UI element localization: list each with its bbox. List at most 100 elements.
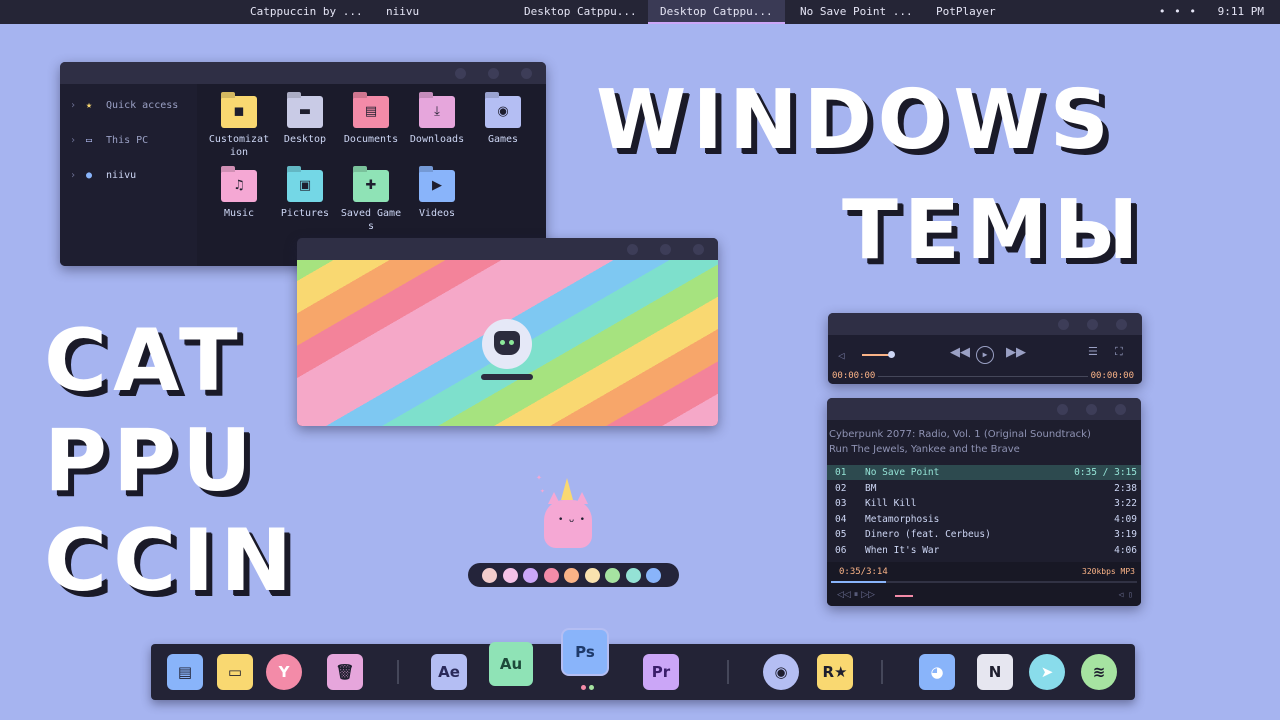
- telegram-icon[interactable]: ➤: [1029, 654, 1065, 690]
- maximize-button[interactable]: [660, 244, 671, 255]
- seek-bar[interactable]: [831, 581, 1137, 583]
- color-swatch: [482, 568, 497, 583]
- track-number: 06: [835, 545, 847, 556]
- folder-item[interactable]: ⤓ Downloads: [405, 96, 469, 146]
- folder-app-icon[interactable]: ▭: [217, 654, 253, 690]
- folder-item[interactable]: ▶ Videos: [405, 170, 469, 220]
- task-no-save-point[interactable]: No Save Point ...: [788, 0, 925, 24]
- playlist-icon[interactable]: ☰: [1088, 345, 1098, 358]
- play-button[interactable]: ▶: [976, 346, 994, 364]
- maximize-button[interactable]: [1087, 319, 1098, 330]
- folder-item[interactable]: ◉ Games: [471, 96, 535, 146]
- running-indicator: [581, 685, 586, 690]
- maximize-button[interactable]: [1086, 404, 1097, 415]
- minimize-button[interactable]: [1057, 404, 1068, 415]
- sidebar-item-label: Quick access: [106, 100, 179, 111]
- track-row[interactable]: 04 Metamorphosis 4:09: [827, 512, 1141, 527]
- rainbow-wallpaper: [297, 260, 718, 426]
- chevron-right-icon: ›: [70, 135, 77, 146]
- track-row[interactable]: 02 BM 2:38: [827, 481, 1141, 496]
- track-number: 03: [835, 498, 847, 510]
- star-icon: ★: [86, 100, 93, 111]
- playlist-footer: 0:35/3:14 320kbps MP3 ◁◁ ⏸ ▷▷ ◁ ▯: [827, 562, 1141, 606]
- elapsed-time: 00:00:00: [832, 371, 876, 381]
- steam-icon[interactable]: ◉: [763, 654, 799, 690]
- color-swatch: [523, 568, 538, 583]
- folder-item[interactable]: ▬ Desktop: [273, 96, 337, 146]
- taskbar: Catppuccin by ... niivu Desktop Catppu..…: [0, 0, 1280, 24]
- close-button[interactable]: [1115, 404, 1126, 415]
- explorer-sidebar: › ★ Quick access › ▭ This PC › ● niivu: [60, 84, 197, 266]
- task-potplayer[interactable]: PotPlayer: [924, 0, 1008, 24]
- mini-player-titlebar[interactable]: [828, 313, 1142, 335]
- sidebar-item-niivu[interactable]: › ● niivu: [70, 170, 136, 181]
- volume-icon[interactable]: ◁ ▯: [1119, 590, 1133, 599]
- folder-item[interactable]: ♫ Music: [207, 170, 271, 220]
- folder-icon: ◼: [221, 96, 257, 128]
- folder-item[interactable]: ▣ Pictures: [273, 170, 337, 220]
- album-title: Cyberpunk 2077: Radio, Vol. 1 (Original …: [829, 429, 1091, 440]
- audition-icon[interactable]: Au: [489, 642, 533, 686]
- track-number: 01: [835, 467, 847, 478]
- seek-bar[interactable]: [878, 376, 1088, 377]
- spotify-icon[interactable]: ≋: [1081, 654, 1117, 690]
- sidebar-item-quick-access[interactable]: › ★ Quick access: [70, 100, 178, 111]
- fast-forward-icon[interactable]: ▶▶: [1006, 345, 1026, 360]
- transport-controls[interactable]: ◁◁ ⏸ ▷▷: [837, 590, 875, 600]
- track-title: Dinero (feat. Cerbeus): [865, 529, 991, 541]
- task-desktop-catppuccin-2[interactable]: Desktop Catppu...: [648, 0, 785, 24]
- fullscreen-icon[interactable]: ⛶: [1115, 345, 1123, 359]
- user-icon: ●: [86, 170, 93, 181]
- track-duration: 4:06: [1114, 545, 1137, 556]
- after-effects-icon[interactable]: Ae: [431, 654, 467, 690]
- folder-glyph-icon: ◉: [497, 104, 509, 119]
- folder-glyph-icon: ▣: [298, 178, 312, 193]
- folder-item[interactable]: ▤ Documents: [339, 96, 403, 146]
- rockstar-icon[interactable]: R★: [817, 654, 853, 690]
- notion-icon[interactable]: N: [977, 654, 1013, 690]
- folder-item[interactable]: ◼ Customization: [207, 96, 271, 159]
- folder-glyph-icon: ◼: [233, 104, 245, 119]
- volume-icon[interactable]: ◁: [838, 349, 845, 362]
- sidebar-item-this-pc[interactable]: › ▭ This PC: [70, 135, 148, 146]
- folder-label: Videos: [418, 208, 456, 219]
- maximize-button[interactable]: [488, 68, 499, 79]
- folder-label: Games: [487, 134, 519, 145]
- yandex-browser-icon[interactable]: Y: [266, 654, 302, 690]
- task-catppuccin-by[interactable]: Catppuccin by ...: [238, 0, 375, 24]
- volume-slider[interactable]: [862, 354, 890, 356]
- playlist-titlebar[interactable]: [827, 398, 1141, 420]
- recycle-bin-icon[interactable]: 🗑: [327, 654, 363, 690]
- premiere-icon[interactable]: Pr: [643, 654, 679, 690]
- explorer-titlebar[interactable]: [60, 62, 546, 84]
- track-row[interactable]: 05 Dinero (feat. Cerbeus) 3:19: [827, 527, 1141, 542]
- close-button[interactable]: [693, 244, 704, 255]
- preview-titlebar[interactable]: [297, 238, 718, 260]
- cat-icon: [494, 331, 520, 355]
- minimize-button[interactable]: [1058, 319, 1069, 330]
- track-duration: 3:19: [1114, 529, 1137, 541]
- rewind-icon[interactable]: ◀◀: [950, 345, 970, 360]
- minimize-button[interactable]: [455, 68, 466, 79]
- minimize-button[interactable]: [627, 244, 638, 255]
- color-swatch: [646, 568, 661, 583]
- volume-knob[interactable]: [888, 351, 895, 358]
- close-button[interactable]: [1116, 319, 1127, 330]
- files-app-icon[interactable]: ▤: [167, 654, 203, 690]
- tray-dots-icon[interactable]: • • •: [1159, 5, 1197, 18]
- close-button[interactable]: [521, 68, 532, 79]
- task-desktop-catppuccin-1[interactable]: Desktop Catppu...: [512, 0, 649, 24]
- track-row[interactable]: 01 No Save Point 0:35 / 3:15: [827, 465, 1141, 480]
- photoshop-icon[interactable]: Ps: [563, 630, 607, 674]
- task-niivu[interactable]: niivu: [374, 0, 431, 24]
- folder-item[interactable]: ✚ Saved Games: [339, 170, 403, 233]
- track-row[interactable]: 03 Kill Kill 3:22: [827, 496, 1141, 511]
- playlist-player-window: Cyberpunk 2077: Radio, Vol. 1 (Original …: [827, 398, 1141, 606]
- folder-icon: ▣: [287, 170, 323, 202]
- clock[interactable]: 9:11 PM: [1218, 5, 1264, 18]
- track-duration: 2:38: [1114, 482, 1137, 494]
- volume-slider[interactable]: [895, 595, 913, 597]
- cat-avatar: [482, 319, 532, 369]
- discord-icon[interactable]: ◕: [919, 654, 955, 690]
- track-row[interactable]: 06 When It's War 4:06: [827, 543, 1141, 558]
